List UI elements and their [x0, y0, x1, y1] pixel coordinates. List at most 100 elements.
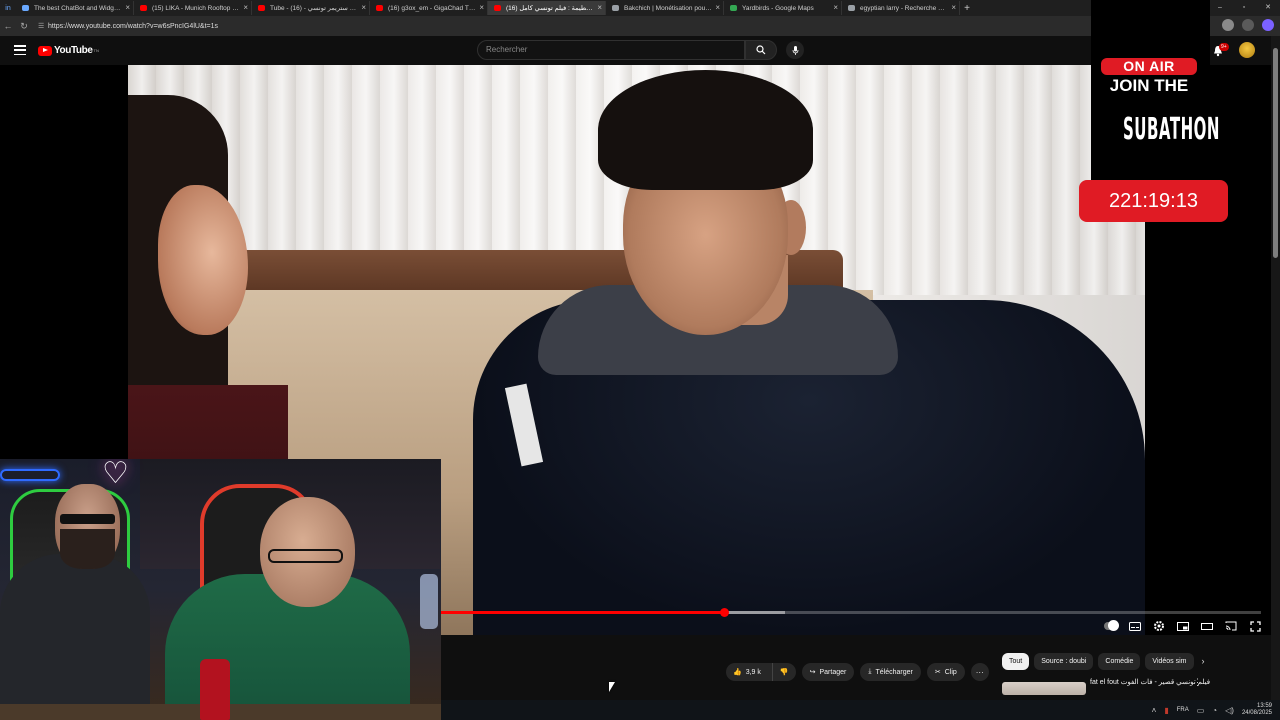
reload-icon[interactable]: ↻ [16, 21, 32, 32]
copilot-icon[interactable] [1262, 19, 1274, 31]
browser-tab[interactable]: egyptian larry - Recherche Goog × [842, 1, 960, 15]
close-tab-icon[interactable]: × [833, 3, 838, 12]
download-label: Télécharger [875, 668, 913, 676]
voice-search-button[interactable] [786, 41, 804, 59]
chevron-up-icon[interactable]: ˄ [1152, 706, 1157, 715]
browser-tab-strip: in The best ChatBot and Widgets fo × (15) … [0, 0, 1280, 16]
fullscreen-button[interactable] [1248, 620, 1262, 632]
maximize-button[interactable]: ▫ [1232, 0, 1256, 16]
progress-scrubber[interactable] [719, 608, 729, 617]
browser-tab[interactable]: (15) LIKA - Munich Rooftop Groo × [134, 1, 252, 15]
player-right-controls [1104, 618, 1262, 634]
chip-source[interactable]: Source : doubi [1034, 652, 1094, 670]
menu-icon[interactable] [14, 45, 26, 55]
progress-bar[interactable] [441, 608, 1261, 617]
progress-played [441, 611, 724, 614]
url-text: https://www.youtube.com/watch?v=w6sPncIG… [48, 22, 219, 30]
share-button[interactable]: ↪ Partager [801, 663, 855, 681]
close-tab-icon[interactable]: × [125, 3, 130, 12]
gear-icon [1154, 621, 1164, 631]
theater-mode-button[interactable] [1200, 620, 1214, 632]
more-actions-button[interactable]: ··· [970, 663, 989, 681]
share-label: Partager [819, 668, 847, 676]
page-scrollbar[interactable] [1271, 36, 1280, 700]
minimize-button[interactable]: – [1208, 0, 1232, 16]
browser-tab[interactable]: (16) g3ox_em - GigaChad Theme × [370, 1, 488, 15]
download-button[interactable]: ⤓ Télécharger [860, 663, 921, 681]
subtitles-button[interactable] [1128, 620, 1142, 632]
youtube-logo-text: YouTube [54, 45, 93, 56]
volume-icon[interactable]: ◁) [1225, 706, 1234, 715]
profile-avatar-icon[interactable] [1222, 19, 1234, 31]
chip-similar[interactable]: Vidéos sim [1145, 652, 1194, 670]
like-dislike-group: 👍 3,9 k 👎 [726, 663, 796, 681]
close-tab-icon[interactable]: × [479, 3, 484, 12]
youtube-logo[interactable]: YouTube TN [38, 45, 99, 56]
clock-date: 24/08/2025 [1241, 710, 1272, 716]
browser-tab[interactable]: Tube - أحسن ستريمر تونسي - (16)× [252, 1, 370, 15]
chevron-right-icon[interactable]: › [1202, 656, 1205, 666]
theater-icon [1201, 622, 1213, 630]
system-taskbar: ˄ ▮ FRA ▭ ◔ ◁) 13:59 24/08/2025 [441, 700, 1280, 720]
neon-heart-icon: ♡ [102, 459, 129, 490]
address-bar[interactable]: ☰ https://www.youtube.com/watch?v=w6sPnc… [38, 19, 1078, 33]
browser-menu-icon[interactable] [1242, 19, 1254, 31]
settings-button[interactable] [1152, 620, 1166, 632]
browser-profile-icon[interactable]: in [0, 5, 16, 12]
browser-tab[interactable]: Yardbirds - Google Maps × [724, 1, 842, 15]
monitor-icon[interactable]: ▭ [1197, 706, 1205, 715]
tab-title: (16) تحطيمة : فيلم تونسي كامل - e [506, 5, 594, 12]
back-icon[interactable]: ← [0, 21, 16, 31]
close-tab-icon[interactable]: × [597, 3, 602, 12]
tab-title: Tube - أحسن ستريمر تونسي - (16) [270, 5, 358, 12]
search-input[interactable]: Rechercher [477, 40, 745, 60]
close-tab-icon[interactable]: × [951, 3, 956, 12]
new-tab-button[interactable]: + [960, 3, 974, 14]
close-tab-icon[interactable]: × [243, 3, 248, 12]
tab-title: (15) LIKA - Munich Rooftop Groo [152, 4, 240, 12]
subtitles-icon [1129, 621, 1141, 631]
youtube-play-icon [38, 45, 52, 56]
scissors-icon: ✂ [934, 669, 941, 676]
miniplayer-icon [1177, 621, 1189, 631]
wifi-icon[interactable]: ◔ [1212, 706, 1217, 715]
share-icon: ↪ [809, 669, 816, 676]
dislike-button[interactable]: 👎 [771, 663, 796, 681]
app-tray-icon[interactable]: ▮ [1164, 706, 1168, 715]
browser-tab[interactable]: The best ChatBot and Widgets fo × [16, 1, 134, 15]
recommendation-item[interactable]: fat el fout فيلم تونسي قصير - فات الفوت … [1002, 677, 1272, 695]
close-window-button[interactable]: ✕ [1256, 0, 1280, 16]
search-button[interactable] [745, 40, 777, 60]
thumbs-up-icon: 👍 [733, 669, 742, 676]
clip-button[interactable]: ✂ Clip [926, 663, 965, 681]
close-tab-icon[interactable]: × [361, 3, 366, 12]
window-controls: – ▫ ✕ [1208, 0, 1280, 16]
autoplay-toggle[interactable] [1104, 620, 1119, 632]
close-tab-icon[interactable]: × [715, 3, 720, 12]
microphone-icon [792, 45, 798, 55]
tab-favicon-icon [494, 5, 501, 11]
tab-title: Yardbirds - Google Maps [742, 4, 814, 12]
kebab-menu-icon[interactable]: ⋮ [1193, 677, 1202, 688]
browser-tab[interactable]: (16) تحطيمة : فيلم تونسي كامل - e× [488, 1, 606, 15]
mouse-cursor [609, 682, 615, 692]
site-info-icon[interactable]: ☰ [38, 22, 48, 30]
account-avatar[interactable] [1239, 42, 1255, 58]
browser-tab[interactable]: Bakchich | Monétisation pour les × [606, 1, 724, 15]
recommendation-title-latin: fat el fout [1090, 679, 1119, 686]
like-button[interactable]: 👍 3,9 k [726, 663, 768, 681]
download-icon: ⤓ [868, 668, 872, 675]
screen: in The best ChatBot and Widgets fo × (15) … [0, 0, 1280, 720]
clock-time: 13:59 [1256, 703, 1272, 709]
chip-all[interactable]: Tout [1002, 652, 1030, 670]
thumbs-down-icon: 👎 [779, 669, 789, 676]
like-count: 3,9 k [745, 668, 761, 676]
cast-button[interactable] [1224, 620, 1238, 632]
recommendation-chips: Tout Source : doubi Comédie Vidéos sim › [1002, 652, 1205, 670]
recommendation-thumbnail[interactable] [1002, 682, 1086, 695]
system-clock[interactable]: 13:59 24/08/2025 [1242, 703, 1272, 717]
language-indicator[interactable]: FRA [1177, 707, 1189, 713]
miniplayer-button[interactable] [1176, 620, 1190, 632]
chip-comedy[interactable]: Comédie [1098, 652, 1141, 670]
scrollbar-thumb[interactable] [1273, 48, 1278, 258]
